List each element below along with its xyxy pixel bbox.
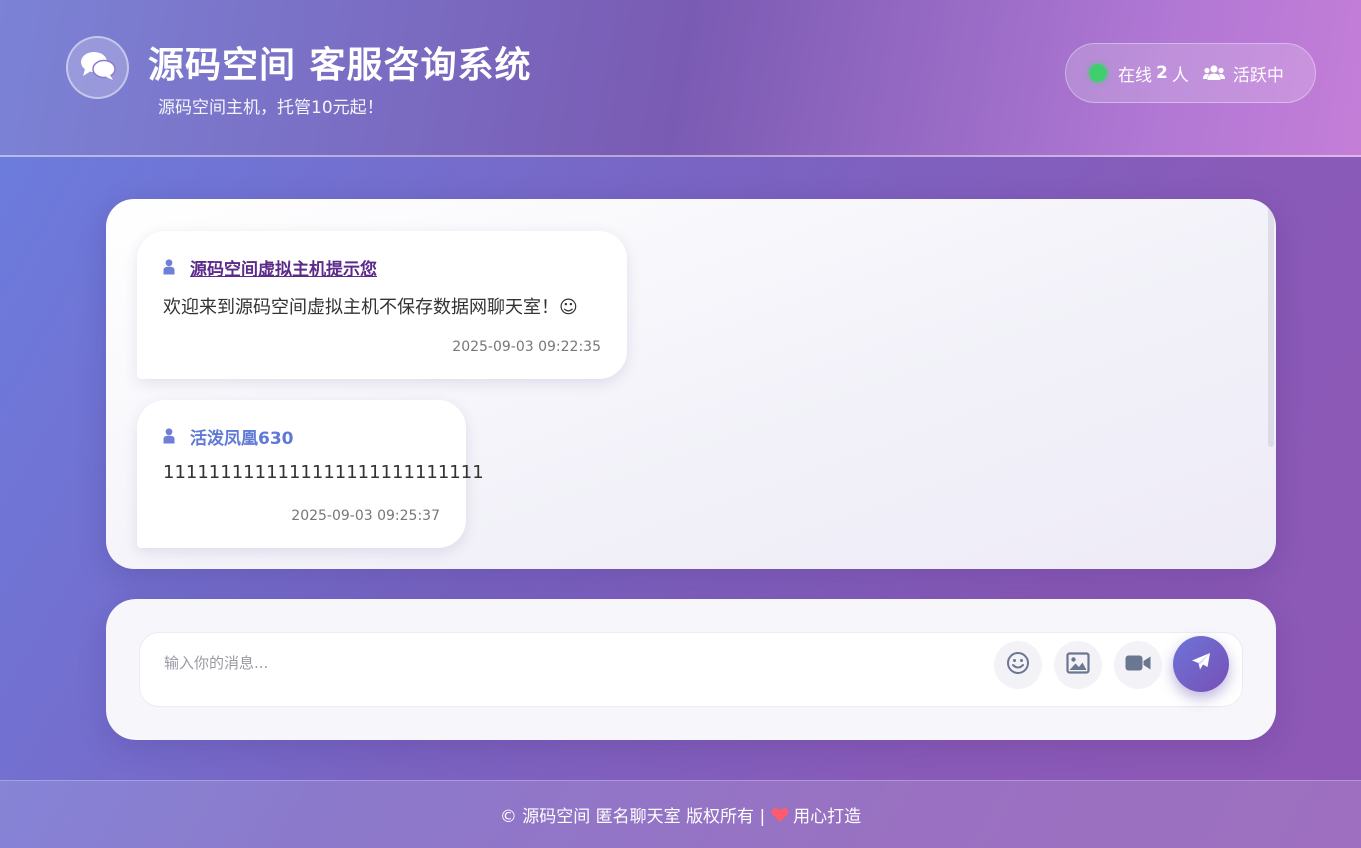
user-icon [163, 428, 181, 444]
image-button[interactable] [1054, 641, 1102, 689]
app-header: 源码空间 客服咨询系统 源码空间主机，托管10元起！ 在线 2 人 活跃中 [0, 0, 1361, 157]
message-item: 活泼凤凰630 1111111111111111111111111111 202… [137, 400, 484, 548]
online-status: 在线 2 人 活跃中 [1065, 43, 1316, 103]
heart-icon [771, 807, 789, 823]
message-input[interactable] [164, 651, 964, 675]
chat-messages-panel[interactable]: 源码空间虚拟主机提示您 欢迎来到源码空间虚拟主机不保存数据网聊天室！☺ 2025… [106, 199, 1276, 569]
online-count: 2 [1156, 63, 1168, 83]
footer-copyright: © 源码空间 匿名聊天室 版权所有 | [499, 807, 766, 827]
message-timestamp: 2025-09-03 09:25:37 [291, 508, 440, 524]
comments-icon [79, 50, 117, 86]
message-text: 欢迎来到源码空间虚拟主机不保存数据网聊天室！☺ [163, 297, 578, 318]
message-text: 1111111111111111111111111111 [163, 462, 484, 483]
image-icon [1066, 652, 1090, 678]
users-icon [1202, 65, 1225, 81]
footer: © 源码空间 匿名聊天室 版权所有 | 用心打造 [0, 780, 1361, 848]
message-timestamp: 2025-09-03 09:22:35 [452, 339, 601, 355]
paper-plane-icon [1191, 652, 1211, 676]
chat-scrollbar[interactable] [1268, 201, 1274, 447]
user-icon [163, 259, 181, 275]
activity-label: 活跃中 [1232, 65, 1284, 86]
footer-tagline: 用心打造 [793, 807, 862, 827]
emoji-button[interactable] [994, 641, 1042, 689]
smile-icon [1006, 651, 1030, 679]
message-item: 源码空间虚拟主机提示您 欢迎来到源码空间虚拟主机不保存数据网聊天室！☺ 2025… [137, 231, 627, 379]
logo [66, 36, 129, 99]
video-camera-icon [1125, 654, 1151, 676]
message-sender: 活泼凤凰630 [190, 428, 294, 449]
composer-box [139, 632, 1243, 707]
online-indicator [1089, 64, 1107, 82]
page-subtitle: 源码空间主机，托管10元起！ [158, 98, 384, 118]
online-suffix: 人 [1171, 65, 1189, 86]
composer-panel [106, 599, 1276, 740]
message-sender[interactable]: 源码空间虚拟主机提示您 [190, 255, 377, 280]
send-button[interactable] [1173, 636, 1229, 692]
page-title: 源码空间 客服咨询系统 [148, 45, 532, 86]
video-button[interactable] [1114, 641, 1162, 689]
online-prefix: 在线 [1118, 65, 1152, 86]
